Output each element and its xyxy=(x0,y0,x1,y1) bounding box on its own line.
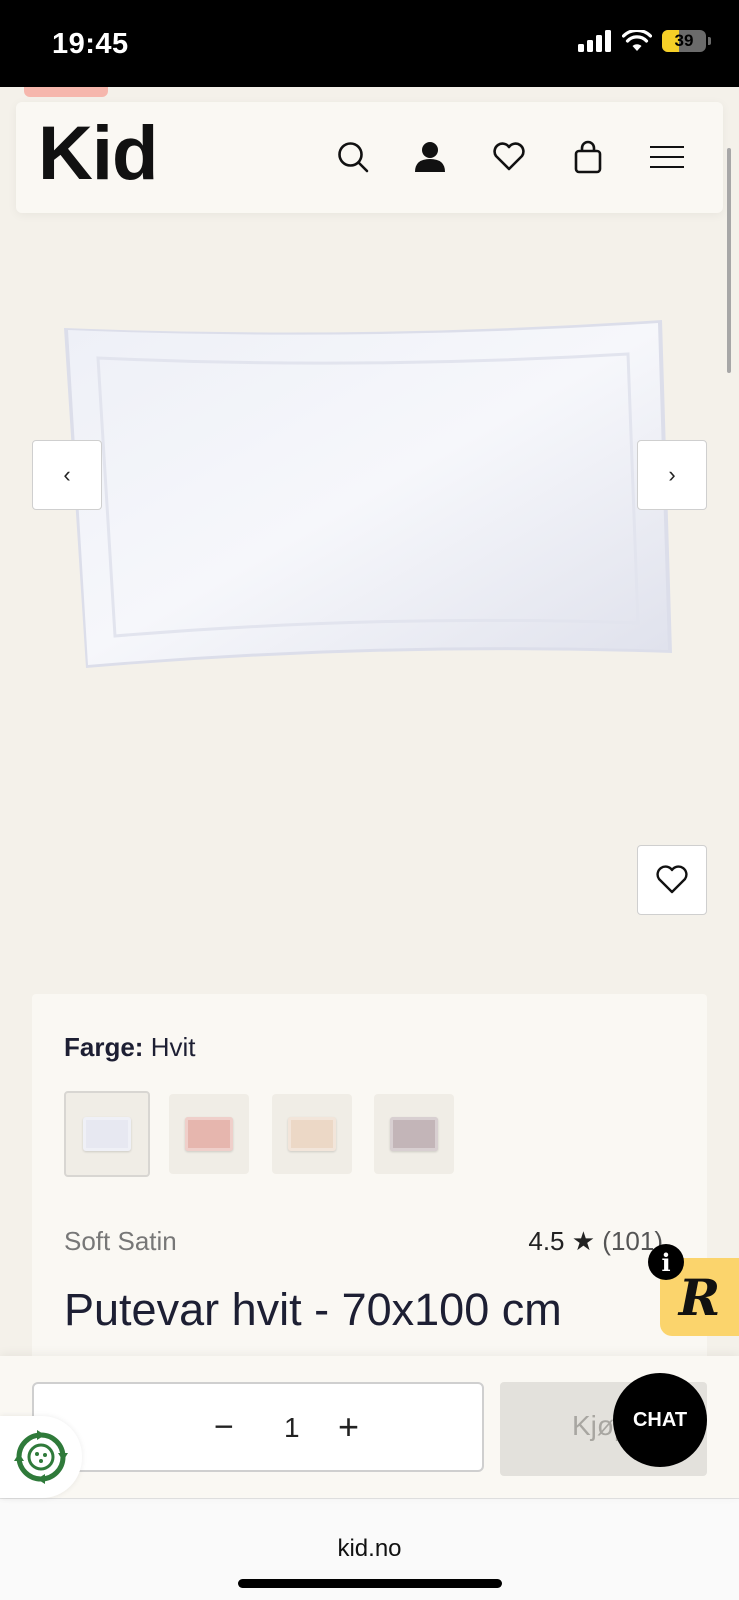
battery-text: 39 xyxy=(674,31,694,50)
product-title: Putevar hvit - 70x100 cm xyxy=(64,1284,562,1335)
decrease-quantity-button[interactable]: − xyxy=(214,1408,234,1447)
info-icon[interactable]: i xyxy=(648,1244,684,1280)
site-header: Kid xyxy=(16,102,723,213)
color-swatch-1[interactable] xyxy=(64,1091,150,1177)
swatch-pillow-4 xyxy=(390,1117,438,1151)
quantity-stepper: − 1 + xyxy=(32,1382,484,1472)
product-rating[interactable]: 4.5 ★ (101) xyxy=(528,1226,663,1257)
eco-badge[interactable] xyxy=(0,1416,82,1498)
color-swatch-4[interactable] xyxy=(374,1094,454,1174)
increase-quantity-button[interactable]: + xyxy=(338,1406,359,1448)
wifi-icon xyxy=(622,30,652,51)
gallery-prev-button[interactable]: ‹ xyxy=(32,440,102,510)
color-label: Farge: Hvit xyxy=(64,1032,195,1063)
reviews-logo-icon: R xyxy=(678,1267,721,1327)
chat-button[interactable]: CHAT xyxy=(613,1373,707,1467)
product-info-card: Farge: Hvit Soft Satin 4.5 ★ (101) Putev… xyxy=(32,994,707,1384)
brand-name[interactable]: Soft Satin xyxy=(64,1226,177,1257)
swatch-pillow-3 xyxy=(288,1117,336,1151)
account-icon[interactable] xyxy=(407,134,453,180)
kid-logo[interactable]: Kid xyxy=(38,116,158,192)
star-icon: ★ xyxy=(571,1226,596,1256)
swatch-pillow-1 xyxy=(83,1117,131,1151)
promo-tab[interactable] xyxy=(24,87,108,97)
status-bar: 19:45 39 xyxy=(0,0,739,87)
heart-outline-icon xyxy=(656,865,688,894)
heart-icon[interactable] xyxy=(486,134,532,180)
home-indicator[interactable] xyxy=(238,1579,502,1588)
color-swatch-2[interactable] xyxy=(169,1094,249,1174)
color-label-key: Farge: xyxy=(64,1032,144,1062)
url-text[interactable]: kid.no xyxy=(0,1535,739,1563)
product-image xyxy=(60,268,680,693)
swatch-pillow-2 xyxy=(185,1117,233,1151)
search-icon[interactable] xyxy=(330,134,376,180)
color-swatch-3[interactable] xyxy=(272,1094,352,1174)
battery-icon: 39 xyxy=(662,30,706,52)
menu-icon[interactable] xyxy=(644,134,690,180)
status-time: 19:45 xyxy=(52,28,129,60)
bag-icon[interactable] xyxy=(565,134,611,180)
battery-nub xyxy=(708,37,711,45)
product-gallery: ‹ › xyxy=(0,213,739,993)
rating-value: 4.5 xyxy=(528,1226,565,1256)
add-to-wishlist-button[interactable] xyxy=(637,845,707,915)
color-value: Hvit xyxy=(150,1032,196,1062)
browser-url-bar: kid.no xyxy=(0,1498,739,1600)
status-icons: 39 xyxy=(578,30,711,52)
quantity-value: 1 xyxy=(284,1412,300,1443)
gallery-next-button[interactable]: › xyxy=(637,440,707,510)
recycle-icon xyxy=(14,1430,68,1484)
signal-icon xyxy=(578,30,611,52)
